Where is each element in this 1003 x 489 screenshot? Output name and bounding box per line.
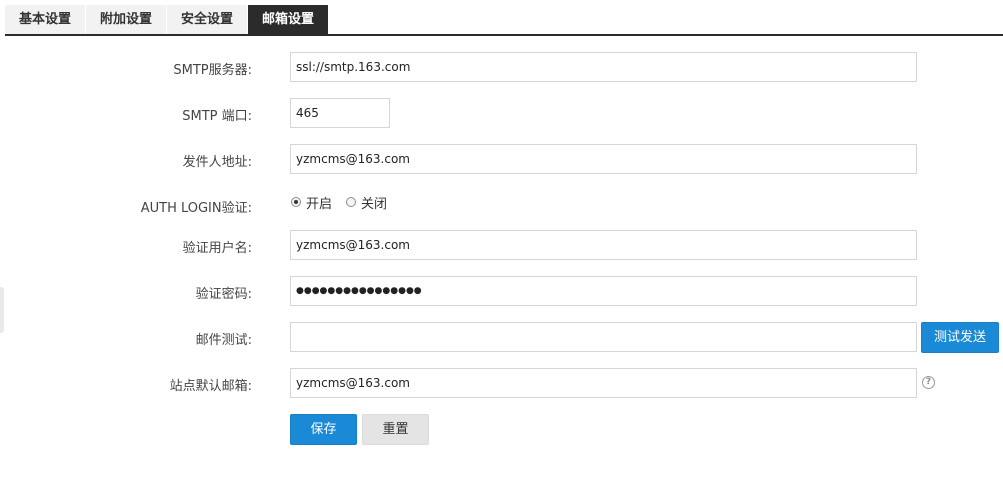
auth-login-disable-radio[interactable]: 关闭: [346, 193, 387, 212]
auth-login-radio-group: 开启 关闭: [291, 192, 401, 212]
default-mailbox-label: 站点默认邮箱:: [169, 379, 252, 394]
auth-password-label: 验证密码:: [195, 287, 252, 302]
sender-address-input[interactable]: [290, 144, 917, 174]
radio-checked-icon[interactable]: [291, 197, 301, 207]
mail-test-label: 邮件测试:: [195, 333, 252, 348]
auth-username-label: 验证用户名:: [182, 241, 252, 256]
smtp-server-input[interactable]: [290, 52, 917, 82]
tab-additional-settings[interactable]: 附加设置: [86, 5, 168, 34]
mail-test-input[interactable]: [290, 322, 917, 352]
smtp-port-label: SMTP 端口:: [182, 109, 252, 124]
auth-username-input[interactable]: [290, 230, 917, 260]
reset-button[interactable]: 重置: [362, 414, 429, 445]
default-mailbox-input[interactable]: [290, 368, 917, 398]
smtp-server-label: SMTP服务器:: [173, 63, 252, 78]
tab-security-settings[interactable]: 安全设置: [167, 5, 249, 34]
smtp-port-input[interactable]: [290, 98, 390, 128]
auth-login-disable-label: 关闭: [361, 196, 388, 212]
sender-address-label: 发件人地址:: [182, 155, 252, 170]
tab-mailbox-settings[interactable]: 邮箱设置: [248, 5, 330, 34]
side-panel-handle[interactable]: [0, 287, 4, 333]
save-button[interactable]: 保存: [290, 414, 357, 445]
test-send-button[interactable]: 测试发送: [921, 322, 999, 353]
tab-basic-settings[interactable]: 基本设置: [5, 5, 87, 34]
auth-login-enable-label: 开启: [306, 196, 333, 212]
radio-unchecked-icon[interactable]: [346, 197, 357, 207]
settings-tabs: 基本设置 附加设置 安全设置 邮箱设置: [5, 5, 1003, 36]
auth-login-label: AUTH LOGIN验证:: [140, 201, 252, 216]
settings-page: 基本设置 附加设置 安全设置 邮箱设置 SMTP服务器: SMTP 端口: 发件…: [0, 0, 1003, 489]
question-circle-icon[interactable]: ?: [922, 376, 935, 389]
auth-password-input[interactable]: [290, 276, 917, 306]
auth-login-enable-radio[interactable]: 开启: [291, 193, 332, 212]
